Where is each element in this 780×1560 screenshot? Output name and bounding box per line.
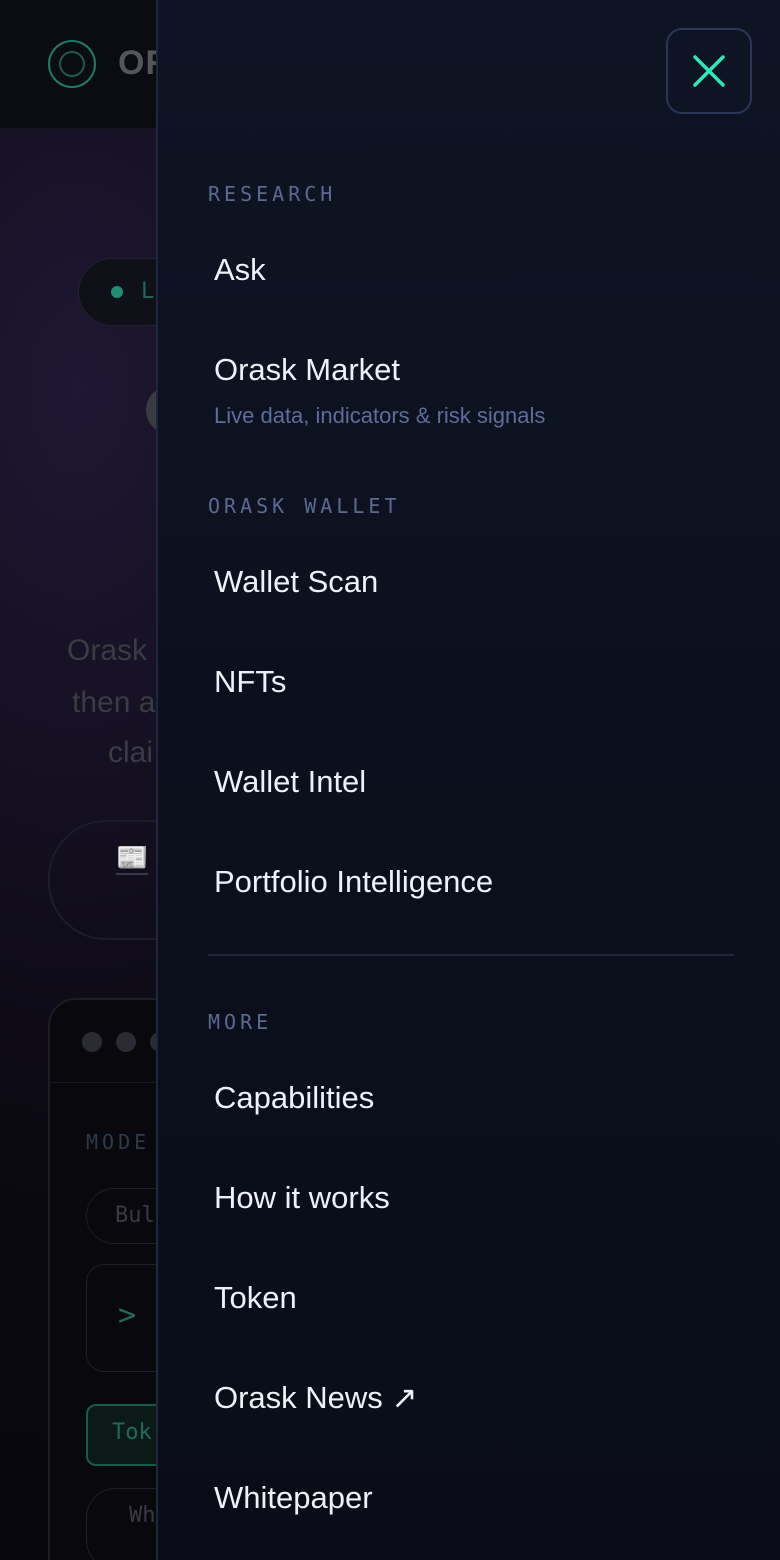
token-chip-label: Tok — [112, 1420, 152, 1445]
page: OR L Orask then a clai 📰 MODE Bul > Tok … — [0, 0, 780, 1560]
nav-item-orask-news[interactable]: Orask News ↗ — [214, 1380, 417, 1416]
close-button[interactable] — [666, 28, 752, 114]
window-dot-icon — [82, 1032, 102, 1052]
nav-item-orask-market-subtitle: Live data, indicators & risk signals — [214, 403, 546, 428]
prompt-symbol: > — [118, 1298, 137, 1333]
nav-item-wallet-intel[interactable]: Wallet Intel — [214, 764, 366, 800]
logo-icon — [48, 40, 96, 88]
newspaper-icon: 📰 — [116, 842, 149, 875]
hero-text-line: Orask — [67, 634, 148, 667]
mode-chip-label: Bul — [115, 1203, 155, 1228]
nav-item-capabilities[interactable]: Capabilities — [214, 1080, 374, 1116]
nav-drawer: RESEARCH Ask Orask Market Live data, ind… — [156, 0, 780, 1560]
live-badge-text: L — [141, 279, 155, 304]
nav-item-orask-market[interactable]: Orask Market — [214, 352, 400, 388]
close-icon — [693, 55, 725, 87]
section-label-orask-wallet: ORASK WALLET — [208, 494, 401, 518]
nav-item-how-it-works[interactable]: How it works — [214, 1180, 390, 1216]
hero-text-line: clai — [108, 736, 154, 769]
nav-item-nfts[interactable]: NFTs — [214, 664, 286, 700]
nav-item-wallet-scan[interactable]: Wallet Scan — [214, 564, 378, 600]
nav-item-token[interactable]: Token — [214, 1280, 297, 1316]
mode-label: MODE — [86, 1130, 151, 1154]
nav-item-whitepaper[interactable]: Whitepaper — [214, 1480, 373, 1516]
nav-item-ask[interactable]: Ask — [214, 252, 266, 288]
section-label-more: MORE — [208, 1010, 273, 1034]
window-dot-icon — [116, 1032, 136, 1052]
section-divider — [208, 954, 734, 956]
live-dot-icon — [111, 286, 123, 298]
section-label-research: RESEARCH — [208, 182, 337, 206]
hero-text-line: then a — [72, 686, 156, 719]
nav-item-portfolio-intelligence[interactable]: Portfolio Intelligence — [214, 864, 493, 900]
suggestion-chip-label: Wh — [129, 1503, 156, 1528]
